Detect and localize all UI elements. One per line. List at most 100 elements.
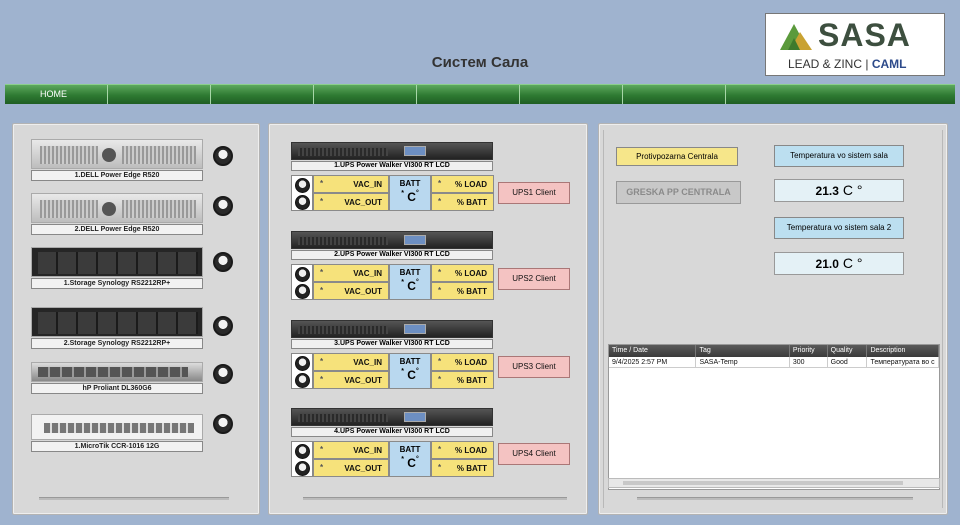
mountain-logo-icon: [780, 24, 812, 50]
fire-error-button[interactable]: GRESKA PP CENTRALA: [616, 181, 741, 204]
nav-item[interactable]: [623, 85, 726, 104]
nav-item[interactable]: [417, 85, 520, 104]
server-label: hP Proliant DL360G6: [31, 383, 203, 394]
status-indicator-icon: [213, 364, 233, 384]
load-percent-field: *% LOAD: [431, 264, 494, 282]
ups-unit: 4.UPS Power Walker VI300 RT LCD * VAC_IN …: [291, 408, 495, 477]
server-label: 2.DELL Power Edge R520: [31, 224, 203, 235]
server-label: 2.Storage Synology RS2212RP+: [31, 338, 203, 349]
nav-item[interactable]: [211, 85, 314, 104]
nav-item[interactable]: [108, 85, 211, 104]
server-item[interactable]: 2.DELL Power Edge R520: [31, 193, 203, 235]
ups-label: 2.UPS Power Walker VI300 RT LCD: [291, 250, 493, 260]
temp1-value: 21.3 C °: [774, 179, 904, 202]
column-header-priority[interactable]: Priority: [790, 345, 828, 357]
batt-temp-field: BATT * C°: [389, 264, 431, 300]
temp1-number: 21.3: [815, 184, 839, 198]
server-image: [31, 307, 203, 337]
server-item[interactable]: 1.MicroTik CCR-1016 12G: [31, 414, 203, 452]
ups4-client-button[interactable]: UPS4 Client: [498, 443, 570, 465]
cell-priority: 300: [790, 357, 828, 367]
ups-unit: 3.UPS Power Walker VI300 RT LCD * VAC_IN …: [291, 320, 495, 389]
nav-bar: HOME: [5, 84, 955, 104]
nav-item[interactable]: [520, 85, 623, 104]
panel-scrollbar[interactable]: [303, 497, 567, 500]
scrollbar-thumb[interactable]: [623, 481, 903, 485]
panel-scrollbar[interactable]: [637, 497, 913, 500]
page-title: Систем Сала: [431, 54, 529, 71]
column-header-description[interactable]: Description: [867, 345, 939, 357]
panel-scrollbar[interactable]: [39, 497, 229, 500]
vac-out-field: * VAC_OUT: [313, 371, 389, 389]
vac-out-field: * VAC_OUT: [313, 282, 389, 300]
temp2-value: 21.0 C °: [774, 252, 904, 275]
batt-percent-field: *% BATT: [431, 459, 494, 477]
cell-tag: SASA-Temp: [696, 357, 790, 367]
ups-image: [291, 142, 493, 160]
cell-time: 9/4/2025 2:57 PM: [609, 357, 697, 367]
batt-percent-field: *% BATT: [431, 193, 494, 211]
vac-in-field: * VAC_IN: [313, 264, 389, 282]
status-indicator-icon: [213, 316, 233, 336]
column-header-tag[interactable]: Tag: [696, 345, 790, 357]
fire-central-button[interactable]: Protivpozarna Centrala: [616, 147, 738, 166]
logo-subtitle: LEAD & ZINC | CAML: [788, 57, 907, 71]
status-indicator-icon: [213, 146, 233, 166]
ups-unit: 2.UPS Power Walker VI300 RT LCD * VAC_IN …: [291, 231, 495, 300]
status-indicator-icon: [295, 284, 310, 299]
vac-out-field: * VAC_OUT: [313, 459, 389, 477]
ups1-client-button[interactable]: UPS1 Client: [498, 182, 570, 204]
vac-in-field: * VAC_IN: [313, 441, 389, 459]
status-indicator-icon: [295, 178, 310, 193]
server-image: [31, 414, 203, 440]
status-indicator-icon: [295, 267, 310, 282]
ups-image: [291, 320, 493, 338]
status-panel: Protivpozarna Centrala GRESKA PP CENTRAL…: [598, 123, 948, 515]
status-indicator-icon: [295, 373, 310, 388]
status-indicator-icon: [295, 356, 310, 371]
ups-image: [291, 408, 493, 426]
alarm-table: Time / Date Tag Priority Quality Descrip…: [608, 344, 940, 490]
server-item[interactable]: 1.Storage Synology RS2212RP+: [31, 247, 203, 289]
server-image: [31, 362, 203, 382]
status-indicator-icon: [213, 414, 233, 434]
server-item[interactable]: 2.Storage Synology RS2212RP+: [31, 307, 203, 349]
status-indicator-icon: [295, 444, 310, 459]
temp1-label-button[interactable]: Temperatura vo sistem sala: [774, 145, 904, 167]
ups-image: [291, 231, 493, 249]
ups-status-icons: [291, 175, 313, 211]
cell-quality: Good: [828, 357, 868, 367]
ups-unit: 1.UPS Power Walker VI300 RT LCD * VAC_IN …: [291, 142, 495, 211]
ups3-client-button[interactable]: UPS3 Client: [498, 356, 570, 378]
column-header-time[interactable]: Time / Date: [609, 345, 697, 357]
nav-item[interactable]: [314, 85, 417, 104]
nav-item-home[interactable]: HOME: [5, 85, 108, 104]
status-indicator-icon: [213, 196, 233, 216]
server-label: 1.Storage Synology RS2212RP+: [31, 278, 203, 289]
temp2-unit: C °: [842, 255, 863, 271]
batt-percent-field: *% BATT: [431, 282, 494, 300]
temp1-unit: C °: [842, 182, 863, 198]
server-image: [31, 193, 203, 223]
servers-panel: 1.DELL Power Edge R520 2.DELL Power Edge…: [12, 123, 260, 515]
status-indicator-icon: [295, 195, 310, 210]
temp2-label-button[interactable]: Temperatura vo sistem sala 2: [774, 217, 904, 239]
server-item[interactable]: hP Proliant DL360G6: [31, 362, 203, 394]
column-header-quality[interactable]: Quality: [828, 345, 868, 357]
table-row[interactable]: 9/4/2025 2:57 PM SASA-Temp 300 Good Темп…: [609, 357, 939, 368]
ups-panel: 1.UPS Power Walker VI300 RT LCD * VAC_IN …: [268, 123, 588, 515]
server-item[interactable]: 1.DELL Power Edge R520: [31, 139, 203, 181]
ups2-client-button[interactable]: UPS2 Client: [498, 268, 570, 290]
status-indicator-icon: [213, 252, 233, 272]
load-percent-field: *% LOAD: [431, 441, 494, 459]
ups-status-icons: [291, 353, 313, 389]
logo-sub-left: LEAD & ZINC: [788, 57, 863, 71]
server-label: 1.DELL Power Edge R520: [31, 170, 203, 181]
server-image: [31, 247, 203, 277]
nav-item[interactable]: [726, 85, 955, 104]
batt-temp-field: BATT * C°: [389, 441, 431, 477]
alarm-table-scrollbar[interactable]: [608, 478, 940, 488]
ups-label: 4.UPS Power Walker VI300 RT LCD: [291, 427, 493, 437]
cell-description: Температурата во с: [867, 357, 939, 367]
load-percent-field: *% LOAD: [431, 353, 494, 371]
